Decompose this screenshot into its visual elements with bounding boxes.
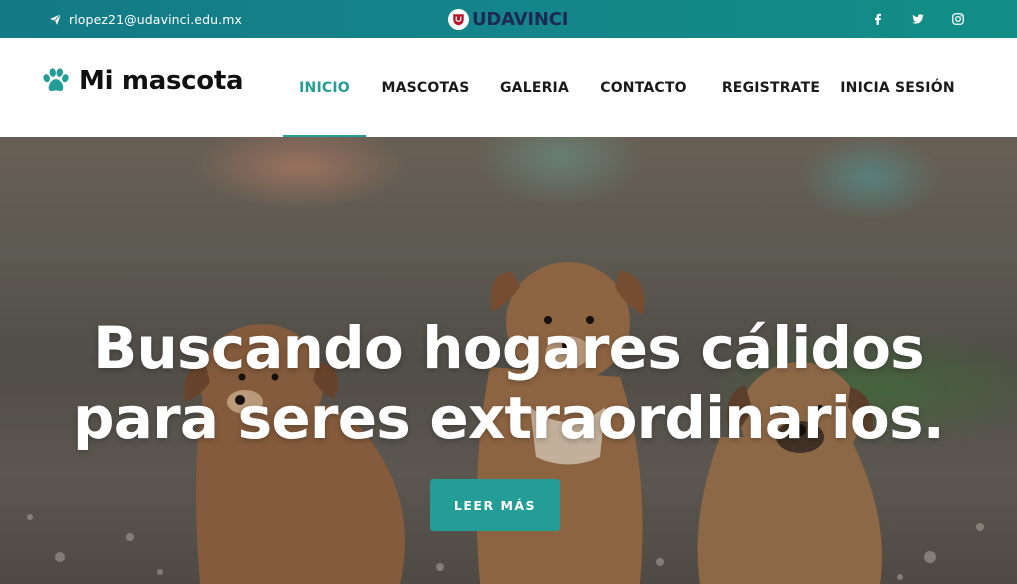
- main-nav: INICIO MASCOTAS GALERIA CONTACTO REGISTR…: [283, 38, 956, 137]
- nav-item-registrate[interactable]: REGISTRATE: [703, 38, 839, 137]
- social-links: [858, 10, 978, 28]
- site-logo[interactable]: Mi mascota: [41, 66, 244, 96]
- nav-item-inicia-sesion[interactable]: INICIA SESIÓN: [839, 38, 956, 137]
- udavinci-seal-icon: [448, 8, 469, 30]
- main-navbar: Mi mascota INICIO MASCOTAS GALERIA CONTA…: [0, 38, 1017, 137]
- hero-title: Buscando hogares cálidos para seres extr…: [0, 313, 1017, 453]
- instagram-icon[interactable]: [938, 10, 978, 28]
- hero-title-line1: Buscando hogares cálidos: [93, 314, 925, 382]
- nav-item-inicio[interactable]: INICIO: [283, 38, 366, 137]
- nav-item-galeria[interactable]: GALERIA: [485, 38, 584, 137]
- leer-mas-button[interactable]: LEER MÁS: [430, 479, 560, 531]
- logo-text: Mi mascota: [79, 66, 244, 96]
- hero-banner: Buscando hogares cálidos para seres extr…: [0, 137, 1017, 584]
- nav-item-mascotas[interactable]: MASCOTAS: [366, 38, 485, 137]
- twitter-icon[interactable]: [898, 10, 938, 28]
- facebook-icon[interactable]: [858, 10, 898, 28]
- udavinci-logo[interactable]: UDAVINCI: [448, 7, 568, 31]
- hero-title-line2: para seres extraordinarios.: [73, 384, 945, 452]
- brand-text: UDAVINCI: [472, 8, 569, 30]
- paw-icon: [43, 68, 69, 92]
- nav-item-contacto[interactable]: CONTACTO: [584, 38, 703, 137]
- top-bar: rlopez21@udavinci.edu.mx UDAVINCI: [0, 0, 1017, 38]
- paper-plane-icon: [50, 13, 62, 25]
- contact-email[interactable]: rlopez21@udavinci.edu.mx: [49, 10, 242, 28]
- email-text: rlopez21@udavinci.edu.mx: [69, 11, 242, 27]
